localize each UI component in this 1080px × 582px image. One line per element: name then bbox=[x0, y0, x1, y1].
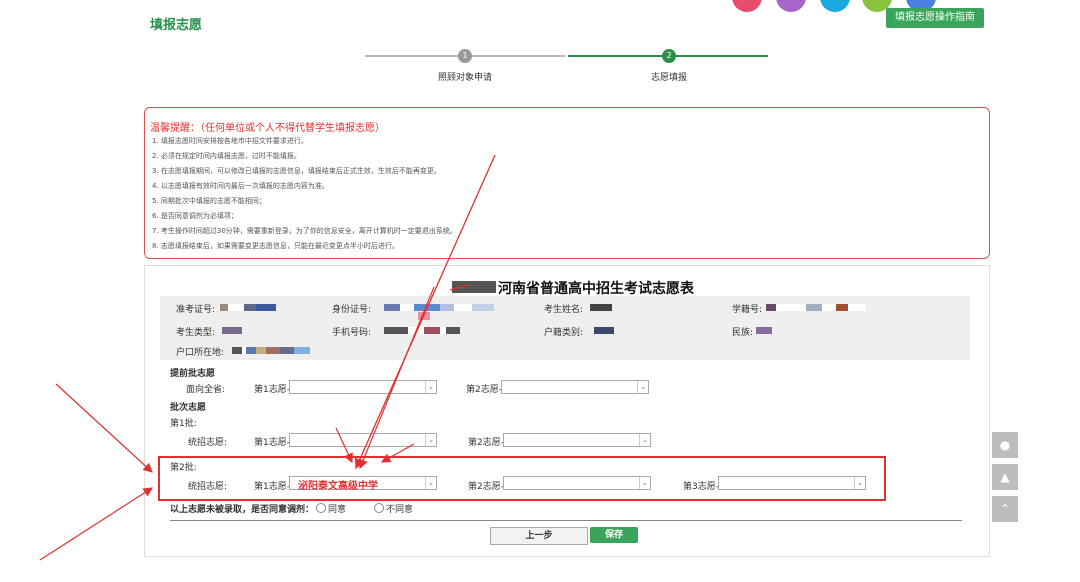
annotation-arrow bbox=[380, 443, 415, 463]
annotation-arrow bbox=[449, 284, 471, 291]
annotation-arrow bbox=[335, 427, 353, 464]
annotation-arrows bbox=[39, 154, 496, 561]
annotation-arrow bbox=[55, 383, 153, 473]
annotation-arrow bbox=[39, 487, 154, 561]
annotation-arrow bbox=[358, 286, 435, 470]
annotation-arrow bbox=[354, 154, 496, 470]
